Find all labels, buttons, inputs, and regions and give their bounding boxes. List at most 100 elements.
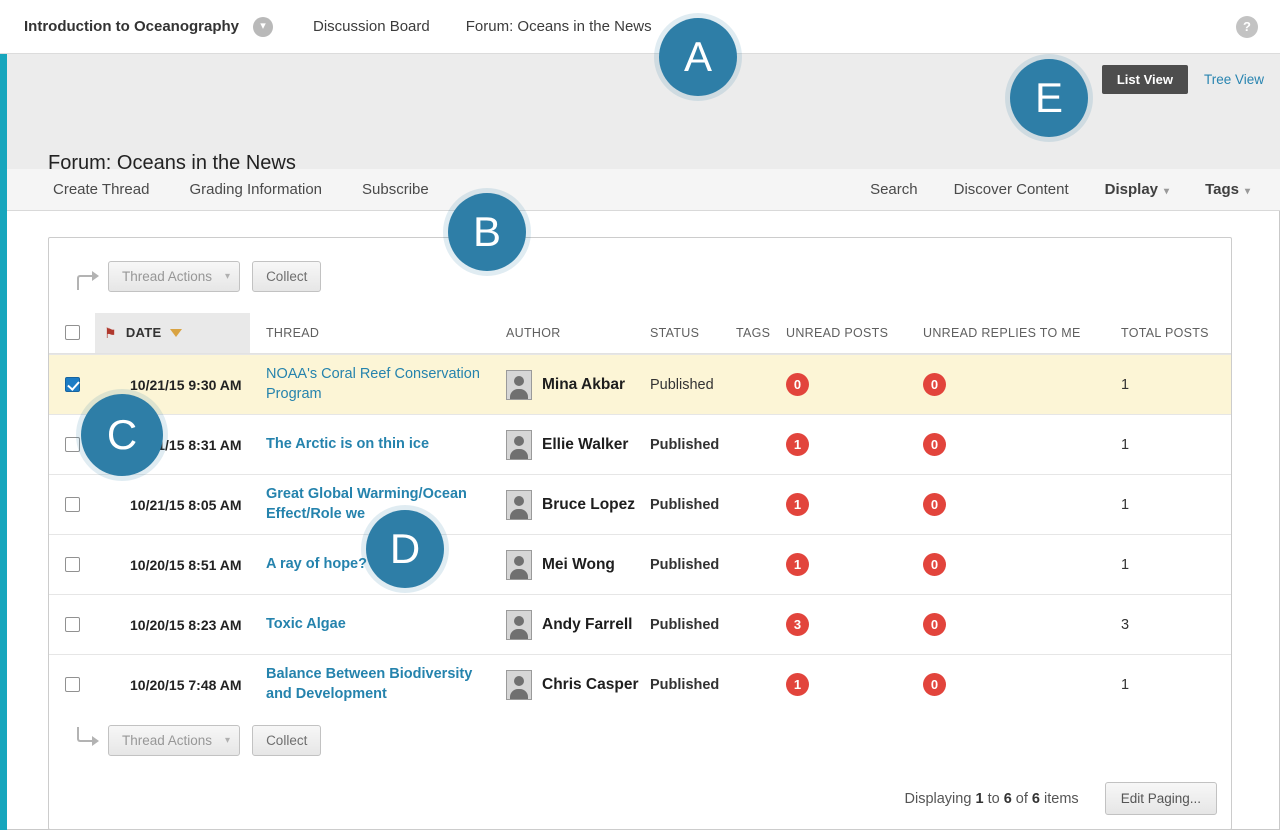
unread-replies-cell: 0 — [923, 673, 1121, 696]
annotation-bubble-b: B — [448, 193, 526, 271]
paging-word: items — [1044, 791, 1079, 807]
unread-replies-badge[interactable]: 0 — [923, 673, 946, 696]
annotation-bubble-e: E — [1010, 59, 1088, 137]
thread-actions-button[interactable]: Thread Actions — [108, 261, 240, 292]
thread-date: 10/20/15 8:51 AM — [130, 557, 266, 573]
row-checkbox[interactable] — [65, 617, 80, 632]
unread-posts-badge[interactable]: 1 — [786, 433, 809, 456]
thread-date: 10/21/15 9:30 AM — [130, 377, 266, 393]
row-checkbox[interactable] — [65, 437, 80, 452]
paging-total: 6 — [1032, 791, 1040, 807]
row-checkbox[interactable] — [65, 377, 80, 392]
unread-replies-badge[interactable]: 0 — [923, 433, 946, 456]
header-date: DATE — [126, 325, 162, 340]
table-row: 10/20/15 7:48 AM Balance Between Biodive… — [49, 654, 1231, 714]
thread-actions-button[interactable]: Thread Actions — [108, 725, 240, 756]
list-view-button[interactable]: List View — [1102, 65, 1188, 94]
unread-posts-cell: 0 — [786, 373, 923, 396]
unread-posts-badge[interactable]: 1 — [786, 673, 809, 696]
table-row: 10/21/15 8:31 AM The Arctic is on thin i… — [49, 414, 1231, 474]
thread-status: Published — [650, 557, 736, 573]
date-sort-header[interactable]: ⚑ DATE — [95, 313, 250, 353]
header-tags[interactable]: TAGS — [736, 326, 786, 340]
row-checkbox[interactable] — [65, 497, 80, 512]
action-bar: Create Thread Grading Information Subscr… — [0, 169, 1280, 211]
main-content: Thread Actions Collect ⚑ DATE THREAD AUT… — [0, 211, 1280, 830]
collect-button[interactable]: Collect — [252, 725, 321, 756]
thread-cell: Toxic Algae — [266, 615, 506, 635]
unread-posts-badge[interactable]: 0 — [786, 373, 809, 396]
course-title: Introduction to Oceanography — [24, 18, 239, 35]
table-row: 10/21/15 8:05 AM Great Global Warming/Oc… — [49, 474, 1231, 534]
thread-status: Published — [650, 677, 736, 693]
sort-down-icon[interactable] — [170, 329, 182, 337]
page-header: List View Tree View Forum: Oceans in the… — [0, 54, 1280, 169]
unread-posts-cell: 1 — [786, 433, 923, 456]
subscribe-button[interactable]: Subscribe — [362, 181, 429, 198]
unread-replies-badge[interactable]: 0 — [923, 613, 946, 636]
total-posts-count: 1 — [1121, 557, 1231, 573]
thread-link[interactable]: Great Global Warming/Ocean Effect/Role w… — [266, 485, 491, 524]
search-button[interactable]: Search — [870, 181, 918, 198]
breadcrumb-discussion-board[interactable]: Discussion Board — [313, 18, 430, 35]
total-posts-count: 1 — [1121, 437, 1231, 453]
unread-replies-cell: 0 — [923, 373, 1121, 396]
course-menu-chevron-icon[interactable] — [253, 17, 273, 37]
page-title: Forum: Oceans in the News — [48, 152, 296, 175]
tags-menu[interactable]: Tags — [1205, 181, 1250, 198]
help-icon[interactable]: ? — [1236, 16, 1258, 38]
discover-content-button[interactable]: Discover Content — [954, 181, 1069, 198]
collect-button[interactable]: Collect — [252, 261, 321, 292]
unread-replies-badge[interactable]: 0 — [923, 553, 946, 576]
author-cell: Bruce Lopez — [506, 490, 650, 520]
thread-link[interactable]: Toxic Algae — [266, 615, 346, 635]
thread-date: 10/20/15 8:23 AM — [130, 617, 266, 633]
topbar: Introduction to Oceanography Discussion … — [0, 0, 1280, 54]
chevron-down-icon — [1164, 181, 1169, 198]
edit-paging-button[interactable]: Edit Paging... — [1105, 782, 1217, 815]
unread-posts-badge[interactable]: 1 — [786, 493, 809, 516]
row-checkbox[interactable] — [65, 557, 80, 572]
grading-information-button[interactable]: Grading Information — [189, 181, 322, 198]
tree-view-link[interactable]: Tree View — [1204, 72, 1264, 87]
flag-icon: ⚑ — [104, 326, 117, 340]
avatar — [506, 430, 532, 460]
paging-status: Displaying 1 to 6 of 6 items — [905, 791, 1079, 807]
thread-list-panel: Thread Actions Collect ⚑ DATE THREAD AUT… — [48, 237, 1232, 830]
header-total-posts[interactable]: TOTAL POSTS — [1121, 326, 1231, 340]
thread-cell: NOAA's Coral Reef Conservation Program — [266, 365, 506, 404]
unread-replies-badge[interactable]: 0 — [923, 373, 946, 396]
unread-posts-cell: 1 — [786, 553, 923, 576]
header-unread-posts[interactable]: UNREAD POSTS — [786, 326, 923, 340]
select-scope-arrow-icon — [77, 275, 92, 290]
author-cell: Mina Akbar — [506, 370, 650, 400]
header-status[interactable]: STATUS — [650, 326, 736, 340]
panel-footer: Displaying 1 to 6 of 6 items Edit Paging… — [49, 782, 1217, 815]
table-row: 10/20/15 8:51 AM A ray of hope? Mei Wong… — [49, 534, 1231, 594]
total-posts-count: 3 — [1121, 617, 1231, 633]
display-menu[interactable]: Display — [1105, 181, 1169, 198]
unread-posts-badge[interactable]: 1 — [786, 553, 809, 576]
thread-status: Published — [650, 617, 736, 633]
unread-replies-badge[interactable]: 0 — [923, 493, 946, 516]
total-posts-count: 1 — [1121, 677, 1231, 693]
thread-link[interactable]: A ray of hope? — [266, 555, 367, 575]
header-unread-replies[interactable]: UNREAD REPLIES TO ME — [923, 326, 1121, 340]
view-toggle: List View Tree View — [1102, 65, 1264, 94]
create-thread-button[interactable]: Create Thread — [53, 181, 149, 198]
thread-toolbar-bottom: Thread Actions Collect — [77, 724, 1231, 756]
thread-link[interactable]: NOAA's Coral Reef Conservation Program — [266, 365, 491, 404]
chevron-down-icon — [1245, 181, 1250, 198]
display-menu-label: Display — [1105, 181, 1158, 198]
thread-link[interactable]: Balance Between Biodiversity and Develop… — [266, 665, 491, 704]
thread-status: Published — [650, 377, 736, 393]
header-author[interactable]: AUTHOR — [506, 326, 650, 340]
thread-date: 10/20/15 7:48 AM — [130, 677, 266, 693]
row-checkbox[interactable] — [65, 677, 80, 692]
avatar — [506, 490, 532, 520]
thread-link[interactable]: The Arctic is on thin ice — [266, 435, 429, 455]
select-scope-arrow-icon — [77, 727, 92, 742]
select-all-checkbox[interactable] — [65, 325, 80, 340]
header-thread[interactable]: THREAD — [266, 326, 506, 340]
unread-posts-badge[interactable]: 3 — [786, 613, 809, 636]
